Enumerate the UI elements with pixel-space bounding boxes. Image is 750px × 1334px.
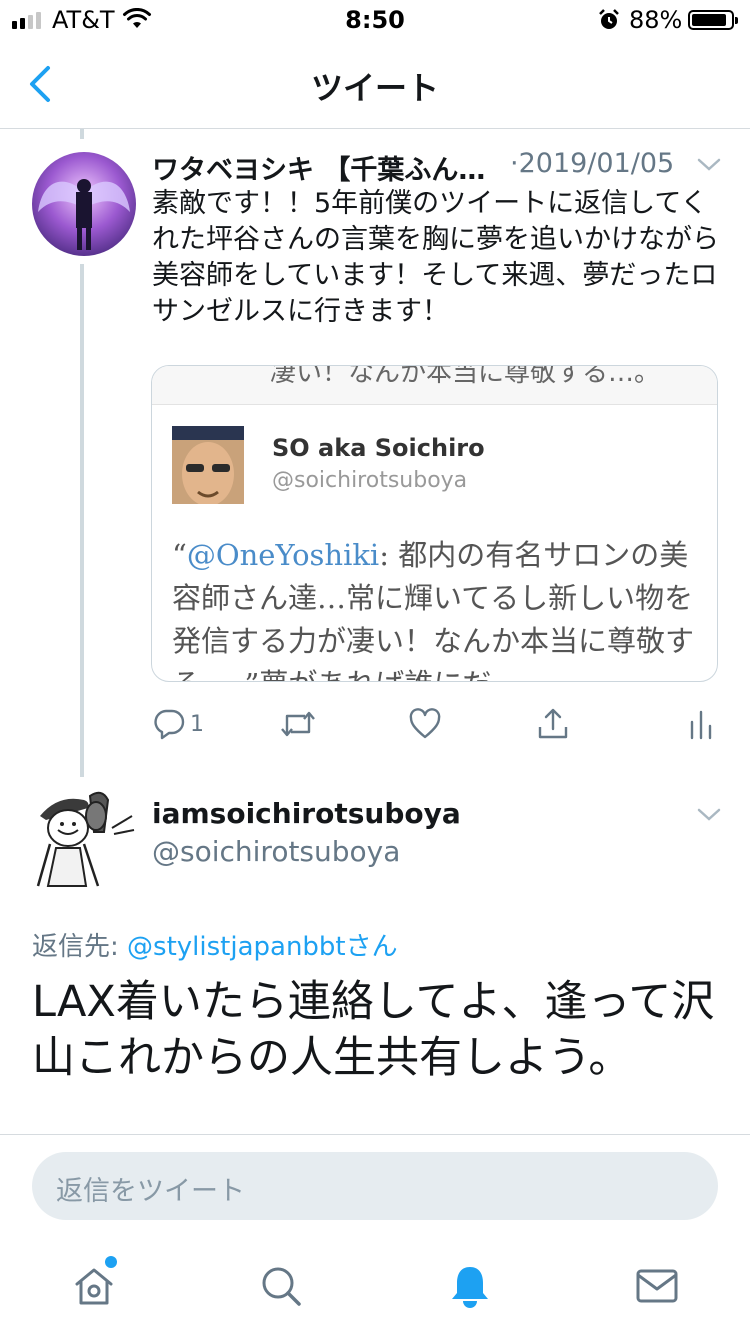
- card-avatar: [172, 426, 244, 514]
- retweet-icon: [281, 711, 315, 737]
- reply-button[interactable]: 1: [152, 704, 204, 744]
- card-top-strip: 凄い！なんか本当に尊敬する…。: [152, 366, 717, 405]
- page-title: ツイート: [310, 69, 439, 107]
- reply-input[interactable]: 返信をツイート: [32, 1152, 718, 1220]
- heart-icon: [409, 708, 441, 739]
- bell-icon: [452, 1267, 488, 1308]
- new-content-dot: [105, 1256, 117, 1268]
- tweet-handle[interactable]: @soichirotsuboya: [152, 835, 400, 868]
- card-quote-text: “@OneYoshiki: 都内の有名サロンの美容師さん達…常に輝いてるし新しい…: [172, 538, 695, 681]
- share-icon: [538, 708, 568, 739]
- card-top-text: 凄い！なんか本当に尊敬する…。: [270, 366, 661, 388]
- replying-to: 返信先: @stylistjapanbbtさん: [32, 932, 398, 962]
- analytics-icon: [690, 710, 712, 740]
- tweet-display-name[interactable]: ワタベヨシキ 【千葉ふん…: [152, 148, 497, 187]
- status-bar: AT&T 8:50 88%: [0, 0, 750, 40]
- search-icon: [262, 1267, 301, 1306]
- replying-mention-link[interactable]: @stylistjapanbbt: [127, 932, 346, 962]
- avatar[interactable]: [32, 152, 136, 256]
- reply-divider: [0, 1134, 750, 1135]
- card-author-name: SO aka Soichiro: [272, 434, 485, 462]
- embedded-image[interactable]: 凄い！なんか本当に尊敬する…。 SO aka Soichiro @soichir…: [151, 365, 718, 682]
- envelope-icon: [636, 1269, 678, 1303]
- tweet-text: 素敵です！！5年前僕のツイートに返信してくれた坪谷さんの言葉を胸に夢を追いかけな…: [152, 188, 719, 327]
- retweet-button[interactable]: [279, 704, 317, 744]
- thread-line-top: [80, 129, 84, 139]
- chevron-down-icon[interactable]: [696, 156, 722, 174]
- battery-percent: 88%: [629, 6, 683, 34]
- tab-messages[interactable]: [627, 1256, 687, 1316]
- tweet-text: LAX着いたら連絡してよ、逢って沢山これからの人生共有しよう。: [32, 977, 715, 1083]
- reply-icon: [154, 709, 185, 740]
- tab-search[interactable]: [251, 1256, 311, 1316]
- reply-placeholder: 返信をツイート: [56, 1176, 245, 1207]
- card-mention: @OneYoshiki: [186, 538, 380, 572]
- like-button[interactable]: [408, 704, 442, 744]
- reply-count: 1: [190, 711, 204, 737]
- tweet-display-name[interactable]: iamsoichirotsuboya: [152, 797, 461, 830]
- alarm-icon: [599, 9, 619, 29]
- tweet-date[interactable]: ·2019/01/05: [510, 148, 674, 179]
- tab-notifications[interactable]: [440, 1256, 500, 1316]
- analytics-button[interactable]: [688, 704, 714, 744]
- card-author-handle: @soichirotsuboya: [272, 468, 468, 493]
- thread-line: [80, 264, 84, 777]
- nav-divider: [0, 128, 750, 129]
- chevron-down-icon[interactable]: [696, 806, 722, 824]
- share-button[interactable]: [536, 704, 570, 744]
- avatar[interactable]: [28, 786, 136, 888]
- home-icon: [75, 1268, 113, 1305]
- battery-icon: [688, 10, 738, 30]
